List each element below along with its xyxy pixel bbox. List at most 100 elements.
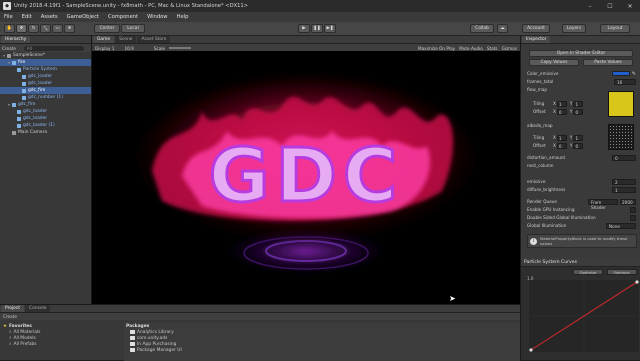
close-icon[interactable]: ✕ [620, 3, 640, 10]
gpu-instancing-checkbox[interactable] [630, 206, 636, 213]
menu-edit[interactable]: Edit [22, 14, 32, 20]
hierarchy-row[interactable]: Main Camera [0, 129, 91, 136]
albedo-tiling-x[interactable]: 1 [556, 134, 567, 141]
hand-tool-icon[interactable]: ✋ [4, 24, 15, 33]
menu-component[interactable]: Component [108, 14, 138, 20]
tab-game[interactable]: Game [93, 36, 115, 43]
tab-project[interactable]: Project [1, 305, 25, 312]
curve-key-start[interactable] [529, 348, 533, 352]
paste-values-button[interactable]: Paste Values [583, 59, 633, 66]
hierarchy-row[interactable]: ▾ SampleScene* [0, 52, 91, 59]
play-button[interactable]: ▶ [298, 24, 310, 33]
display-dropdown[interactable]: Display 1 [95, 46, 114, 51]
optimize-button[interactable]: Optimize [573, 269, 603, 275]
cloud-icon[interactable]: ☁ [497, 24, 508, 33]
hierarchy-search-input[interactable]: All [23, 45, 84, 51]
project-create-dropdown[interactable]: Create [3, 314, 17, 319]
scale-slider[interactable] [169, 47, 192, 49]
gizmos-dropdown[interactable]: Gizmos [502, 46, 517, 51]
mute-audio-toggle[interactable]: Mute Audio [459, 46, 483, 51]
albedo-offset-x[interactable]: 0 [556, 142, 567, 149]
menu-window[interactable]: Window [147, 14, 167, 20]
package-item[interactable]: Package Manager UI [126, 347, 520, 353]
curve-editor-graph[interactable] [529, 280, 639, 352]
project-tabs: Project Console [0, 305, 520, 313]
menu-assets[interactable]: Assets [41, 14, 58, 20]
tab-asset-store[interactable]: Asset Store [137, 36, 171, 43]
create-dropdown[interactable]: Create [2, 46, 16, 51]
hierarchy-row[interactable]: gdc_loader [0, 108, 91, 115]
hierarchy-row[interactable]: ▾ fire [0, 59, 91, 66]
render-queue-dropdown[interactable]: From Shader [588, 198, 618, 210]
curve-key-end[interactable] [635, 280, 639, 284]
layers-dropdown[interactable]: Layers [562, 24, 586, 33]
aspect-dropdown[interactable]: 16:9 [124, 46, 133, 51]
double-sided-gi-checkbox[interactable] [630, 214, 636, 221]
move-tool-icon[interactable]: ✥ [16, 24, 27, 33]
hierarchy-header: Hierarchy [0, 36, 91, 44]
hierarchy-row[interactable]: gdc_loader [0, 115, 91, 122]
open-shader-editor-button[interactable]: Open in Shader Editor [529, 50, 633, 57]
hierarchy-row[interactable]: Particle System [0, 66, 91, 73]
albedo-map-texture-slot[interactable] [608, 124, 634, 150]
tab-hierarchy[interactable]: Hierarchy [1, 36, 31, 43]
menu-gameobject[interactable]: GameObject [67, 14, 99, 20]
menu-help[interactable]: Help [177, 14, 189, 20]
collab-button[interactable]: Collab [470, 24, 494, 33]
expand-arrow-icon[interactable]: ▾ [7, 102, 11, 107]
flow-tiling-label: Tiling [533, 101, 545, 106]
hierarchy-row[interactable]: gdc_fire [0, 87, 91, 94]
tab-scene[interactable]: Scene [115, 36, 137, 43]
pivot-local-toggle[interactable]: Local [121, 24, 145, 33]
flow-offset-y[interactable]: 0 [573, 108, 584, 115]
nest-column-label: nest_column [527, 163, 554, 168]
global-illumination-label: Global Illumination [527, 223, 567, 228]
rect-tool-icon[interactable]: ▭ [52, 24, 63, 33]
layout-dropdown[interactable]: Layout [600, 24, 630, 33]
global-illumination-dropdown[interactable]: None [606, 222, 636, 229]
step-button[interactable]: ▶❚ [324, 24, 336, 33]
favorite-item[interactable]: ⌕ All Prefabs [3, 341, 113, 348]
albedo-tiling-y[interactable]: 1 [573, 134, 584, 141]
flow-offset-x[interactable]: 0 [556, 108, 567, 115]
pause-button[interactable]: ❚❚ [311, 24, 323, 33]
flow-tiling-x[interactable]: 1 [556, 100, 567, 107]
frames-total-field[interactable]: 16 [614, 78, 636, 85]
flow-offset-label: Offset [533, 109, 546, 114]
eyedropper-icon[interactable]: ✎ [632, 71, 636, 77]
maximize-icon[interactable]: ☐ [600, 3, 620, 10]
color-emissive-swatch[interactable] [611, 71, 630, 76]
hierarchy-row-label: gdc_loader [23, 116, 48, 121]
albedo-offset-y[interactable]: 0 [573, 142, 584, 149]
tab-inspector[interactable]: Inspector [522, 36, 551, 43]
pivot-center-toggle[interactable]: Center [94, 24, 120, 33]
flow-tiling-y[interactable]: 1 [573, 100, 584, 107]
stats-toggle[interactable]: Stats [487, 46, 498, 51]
diffuse-brightness-field[interactable]: 1 [612, 186, 636, 193]
emissive-field[interactable]: 2 [612, 178, 636, 185]
scale-tool-icon[interactable]: ⤡ [40, 24, 51, 33]
hierarchy-row[interactable]: ▾ gdc_fire [0, 101, 91, 108]
game-viewport[interactable]: GDC ➤ [92, 51, 520, 304]
transform-tool-icon[interactable]: ⊕ [64, 24, 75, 33]
remove-button[interactable]: Remove [607, 269, 637, 275]
menu-file[interactable]: File [4, 14, 13, 20]
minimize-icon[interactable]: – [580, 3, 600, 10]
hierarchy-row[interactable]: gdc_loader [0, 80, 91, 87]
copy-values-button[interactable]: Copy Values [529, 59, 579, 66]
color-emissive-label: Color_emissive [527, 71, 559, 76]
flow-map-texture-slot[interactable] [608, 91, 634, 117]
info-box: i MaterialPropertyBlock is used to modif… [527, 234, 637, 248]
expand-arrow-icon[interactable]: ▾ [2, 53, 6, 58]
account-dropdown[interactable]: Account [522, 24, 550, 33]
hierarchy-row[interactable]: gdc_number (1) [0, 94, 91, 101]
expand-arrow-icon[interactable]: ▾ [7, 60, 11, 65]
tab-console[interactable]: Console [25, 305, 51, 312]
folder-icon [130, 330, 135, 334]
distortion-amount-field[interactable]: 0 [612, 154, 636, 161]
hierarchy-row[interactable]: gdc_loader [0, 73, 91, 80]
rotate-tool-icon[interactable]: ↻ [28, 24, 39, 33]
hierarchy-row[interactable]: gdc_loader (1) [0, 122, 91, 129]
maximize-on-play-toggle[interactable]: Maximize On Play [418, 46, 455, 51]
render-queue-field[interactable]: 2000 [620, 198, 636, 205]
